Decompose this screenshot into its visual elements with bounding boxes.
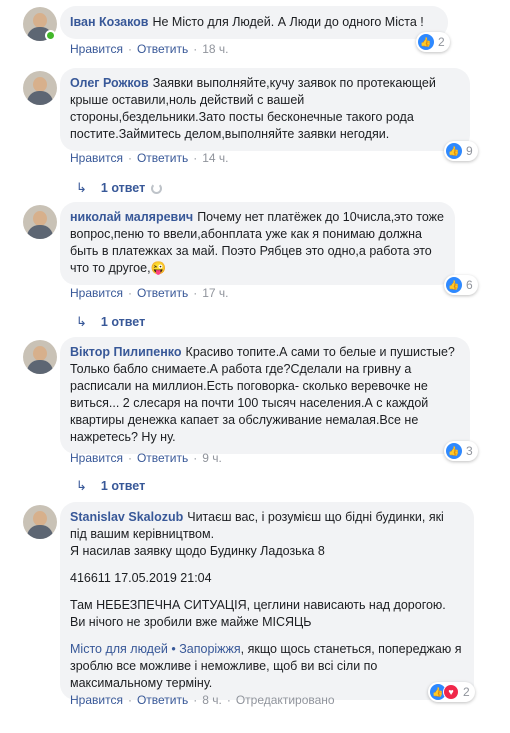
comment-bubble: Олег Рожков Заявки выполняйте,кучу заявок… (60, 68, 470, 151)
comment-time[interactable]: 8 ч. (202, 693, 222, 707)
view-replies-link[interactable]: ↳ 1 ответ (76, 478, 145, 494)
comment-text: Там НЕБЕЗПЕЧНА СИТУАЦІЯ, цеглини нависаю… (70, 598, 446, 629)
reaction-count[interactable]: 👍 ♥ 2 (428, 682, 475, 702)
like-button[interactable]: Нравится (70, 451, 123, 465)
comment-actions: Нравится · Ответить · 18 ч. (70, 42, 229, 56)
comment-author[interactable]: Олег Рожков (70, 76, 149, 90)
like-icon: 👍 (418, 34, 434, 50)
comment-text: 416611 17.05.2019 21:04 (70, 571, 212, 585)
online-status-icon (45, 30, 56, 41)
comment-time[interactable]: 14 ч. (202, 151, 228, 165)
comment-actions: Нравится · Ответить · 14 ч. (70, 151, 229, 165)
comment-author[interactable]: Віктор Пилипенко (70, 345, 182, 359)
comment-time[interactable]: 9 ч. (202, 451, 222, 465)
reply-button[interactable]: Ответить (137, 693, 188, 707)
page-mention-link[interactable]: Місто для людей • Запоріжжя (70, 642, 241, 656)
like-button[interactable]: Нравится (70, 693, 123, 707)
reaction-count[interactable]: 👍 6 (444, 275, 478, 295)
reply-button[interactable]: Ответить (137, 151, 188, 165)
edited-label[interactable]: Отредактировано (236, 693, 335, 707)
like-button[interactable]: Нравится (70, 42, 123, 56)
avatar[interactable] (23, 340, 57, 374)
comment-time[interactable]: 17 ч. (202, 286, 228, 300)
reaction-count[interactable]: 👍 9 (444, 141, 478, 161)
reaction-count[interactable]: 👍 2 (416, 32, 450, 52)
like-button[interactable]: Нравится (70, 286, 123, 300)
comment-bubble: Іван Козаков Не Місто для Людей. А Люди д… (60, 6, 448, 39)
comment-bubble: николай маляревич Почему нет платёжек до … (60, 202, 455, 285)
like-icon: 👍 (446, 443, 462, 459)
reply-button[interactable]: Ответить (137, 42, 188, 56)
view-replies-link[interactable]: ↳ 1 ответ (76, 314, 145, 330)
like-button[interactable]: Нравится (70, 151, 123, 165)
reply-arrow-icon: ↳ (76, 180, 87, 195)
reply-button[interactable]: Ответить (137, 451, 188, 465)
avatar[interactable] (23, 205, 57, 239)
like-icon: 👍 (446, 143, 462, 159)
comment-actions: Нравится · Ответить · 8 ч. · Отредактировано (70, 693, 335, 707)
reply-arrow-icon: ↳ (76, 314, 87, 329)
view-replies-link[interactable]: ↳ 1 ответ (76, 180, 163, 196)
like-icon: 👍 (446, 277, 462, 293)
comment-bubble: Віктор Пилипенко Красиво топите.А сами то… (60, 337, 470, 454)
comment-text: Не Місто для Людей. А Люди до одного Міс… (152, 15, 424, 29)
loading-spinner-icon (151, 182, 163, 194)
avatar[interactable] (23, 505, 57, 539)
comment-author[interactable]: Stanislav Skalozub (70, 510, 183, 524)
comment-author[interactable]: Іван Козаков (70, 15, 148, 29)
comment-text: Красиво топите.А сами то белые и пушисты… (70, 345, 455, 444)
reply-button[interactable]: Ответить (137, 286, 188, 300)
comment-bubble: Stanislav Skalozub Читаєш вас, і розумієш… (60, 502, 474, 700)
love-icon: ♥ (443, 684, 459, 700)
reaction-count[interactable]: 👍 3 (444, 441, 478, 461)
avatar[interactable] (23, 71, 57, 105)
comment-actions: Нравится · Ответить · 9 ч. (70, 451, 222, 465)
comment-time[interactable]: 18 ч. (202, 42, 228, 56)
comment-actions: Нравится · Ответить · 17 ч. (70, 286, 229, 300)
reply-arrow-icon: ↳ (76, 478, 87, 493)
comment-text: Я насилав заявку щодо Будинку Ладозька 8 (70, 544, 325, 558)
comment-author[interactable]: николай маляревич (70, 210, 193, 224)
